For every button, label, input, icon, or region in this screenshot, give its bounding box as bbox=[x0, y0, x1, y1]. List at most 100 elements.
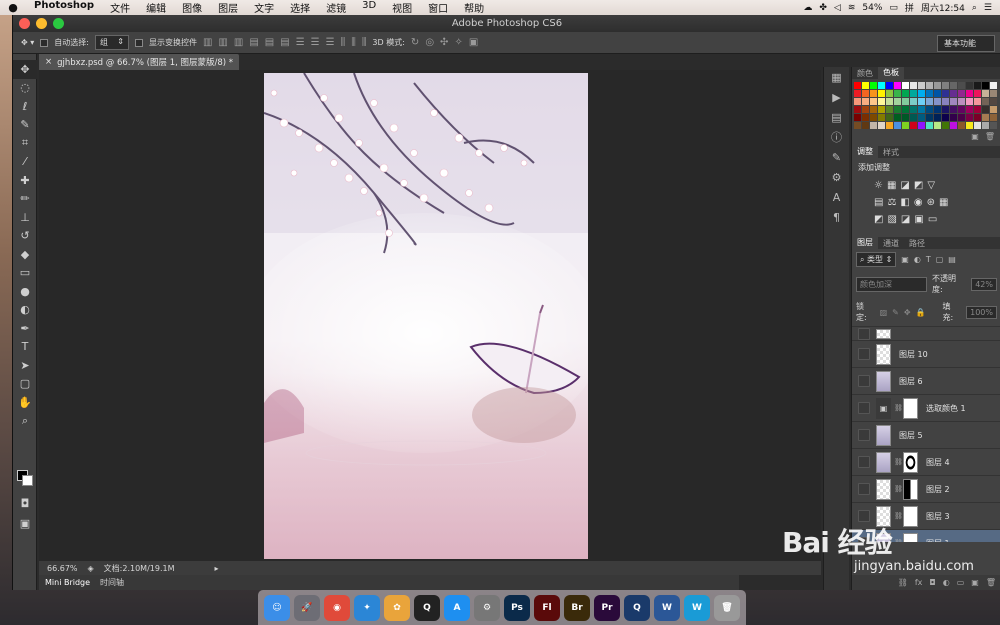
fill-field[interactable]: 100% bbox=[966, 305, 997, 319]
align-top-icon[interactable]: ▥ bbox=[203, 37, 212, 48]
color-swatch[interactable] bbox=[902, 106, 909, 113]
color-swatch[interactable] bbox=[942, 82, 949, 89]
appstore-dock-icon[interactable]: A bbox=[444, 594, 470, 621]
color-swatch[interactable] bbox=[982, 90, 989, 97]
color-swatch[interactable] bbox=[918, 90, 925, 97]
blur-tool-icon[interactable]: ● bbox=[13, 282, 37, 301]
input-method[interactable]: 拼 bbox=[905, 1, 914, 14]
gradient-map-icon[interactable]: ▭ bbox=[928, 214, 937, 225]
finder-dock-icon[interactable]: ☺ bbox=[264, 594, 290, 621]
color-swatch[interactable] bbox=[982, 122, 989, 129]
layer-mask-thumbnail[interactable] bbox=[903, 397, 918, 419]
color-swatch[interactable] bbox=[870, 106, 877, 113]
color-swatch[interactable] bbox=[974, 106, 981, 113]
color-swatch[interactable] bbox=[870, 122, 877, 129]
layer-style-icon[interactable]: fx bbox=[915, 578, 923, 587]
color-swatch[interactable] bbox=[950, 114, 957, 121]
color-swatch[interactable] bbox=[958, 114, 965, 121]
distribute-vcenter-icon[interactable]: ☰ bbox=[311, 37, 320, 48]
color-swatch[interactable] bbox=[862, 82, 869, 89]
3d-roll-icon[interactable]: ◎ bbox=[425, 37, 434, 48]
preferences-dock-icon[interactable]: ⚙ bbox=[474, 594, 500, 621]
trash-dock-icon[interactable]: 🗑 bbox=[714, 594, 740, 621]
color-swatch[interactable] bbox=[918, 82, 925, 89]
color-swatch[interactable] bbox=[910, 114, 917, 121]
type-tool-icon[interactable]: T bbox=[13, 338, 37, 357]
color-swatch[interactable] bbox=[966, 82, 973, 89]
quick-select-tool-icon[interactable]: ✎ bbox=[13, 116, 37, 135]
eraser-tool-icon[interactable]: ◆ bbox=[13, 245, 37, 264]
color-swatch[interactable] bbox=[870, 82, 877, 89]
document-tab[interactable]: × gjhbxz.psd @ 66.7% (图层 1, 图层蒙版/8) * bbox=[39, 54, 239, 70]
delete-swatch-icon[interactable]: 🗑 bbox=[985, 132, 995, 142]
color-swatch[interactable] bbox=[966, 122, 973, 129]
color-swatch[interactable] bbox=[966, 90, 973, 97]
color-swatch[interactable] bbox=[910, 106, 917, 113]
layer-row[interactable]: ▣ ⛓ 选取颜色 1 bbox=[852, 394, 1000, 421]
color-swatch[interactable] bbox=[926, 90, 933, 97]
color-swatch[interactable] bbox=[878, 82, 885, 89]
volume-icon[interactable]: ◁ bbox=[834, 3, 841, 13]
tab-adjustments[interactable]: 调整 bbox=[852, 146, 878, 158]
hand-tool-icon[interactable]: ✋ bbox=[13, 393, 37, 412]
tab-mini-bridge[interactable]: Mini Bridge bbox=[45, 578, 90, 587]
chrome-dock-icon[interactable]: ◉ bbox=[324, 594, 350, 621]
levels-icon[interactable]: ▦ bbox=[887, 180, 896, 191]
color-swatch[interactable] bbox=[886, 98, 893, 105]
layer-visibility-icon[interactable] bbox=[858, 327, 870, 340]
color-swatch[interactable] bbox=[862, 122, 869, 129]
photoshop-dock-icon[interactable]: Ps bbox=[504, 594, 530, 621]
tab-styles[interactable]: 样式 bbox=[878, 147, 904, 158]
mask-link-icon[interactable]: ⛓ bbox=[894, 404, 903, 412]
color-swatch[interactable] bbox=[950, 82, 957, 89]
color-swatch[interactable] bbox=[926, 82, 933, 89]
search-icon[interactable]: ⌕ bbox=[972, 3, 977, 13]
3d-scale-icon[interactable]: ▣ bbox=[469, 37, 478, 48]
color-swatch[interactable] bbox=[926, 114, 933, 121]
color-lookup-icon[interactable]: ▦ bbox=[939, 197, 948, 208]
menu-item[interactable]: 视图 bbox=[384, 0, 420, 15]
auto-select-checkbox[interactable] bbox=[40, 38, 49, 47]
lock-pixels-icon[interactable]: ▨ bbox=[880, 308, 888, 317]
mask-link-icon[interactable]: ⛓ bbox=[894, 512, 903, 520]
color-swatch[interactable] bbox=[990, 106, 997, 113]
layer-visibility-icon[interactable] bbox=[858, 429, 870, 441]
color-swatch[interactable] bbox=[918, 98, 925, 105]
color-swatch[interactable] bbox=[974, 82, 981, 89]
color-swatch[interactable] bbox=[926, 122, 933, 129]
color-swatch[interactable] bbox=[862, 98, 869, 105]
mask-link-icon[interactable]: ⛓ bbox=[894, 458, 903, 466]
color-swatch[interactable] bbox=[958, 122, 965, 129]
layer-visibility-icon[interactable] bbox=[858, 483, 870, 495]
color-swatch[interactable] bbox=[990, 82, 997, 89]
close-window-button[interactable] bbox=[19, 18, 30, 29]
distribute-right-icon[interactable]: ⫼ bbox=[362, 37, 367, 48]
minimize-window-button[interactable] bbox=[36, 18, 47, 29]
color-swatch[interactable] bbox=[982, 98, 989, 105]
color-swatch[interactable] bbox=[950, 90, 957, 97]
color-swatch[interactable] bbox=[894, 82, 901, 89]
layer-mask-thumbnail[interactable] bbox=[903, 532, 918, 542]
color-swatch[interactable] bbox=[966, 114, 973, 121]
tab-layers[interactable]: 图层 bbox=[852, 237, 878, 249]
pen-tool-icon[interactable]: ✒ bbox=[13, 319, 37, 338]
canvas-area[interactable] bbox=[39, 70, 821, 561]
color-swatch[interactable] bbox=[854, 106, 861, 113]
shape-tool-icon[interactable]: ▢ bbox=[13, 375, 37, 394]
color-swatch[interactable] bbox=[982, 82, 989, 89]
color-swatch[interactable] bbox=[870, 114, 877, 121]
layer-row[interactable]: ⛓ 图层 2 bbox=[852, 475, 1000, 502]
layer-mask-thumbnail[interactable] bbox=[903, 451, 918, 473]
color-swatch[interactable] bbox=[886, 114, 893, 121]
wunderlist-dock-icon[interactable]: W bbox=[684, 594, 710, 621]
character-panel-icon[interactable]: A bbox=[824, 187, 849, 207]
color-swatch[interactable] bbox=[862, 90, 869, 97]
tab-channels[interactable]: 通道 bbox=[878, 238, 904, 249]
background-color-swatch[interactable] bbox=[22, 475, 33, 486]
document-canvas[interactable] bbox=[264, 73, 588, 559]
actions-panel-icon[interactable]: ▶ bbox=[824, 87, 849, 107]
premiere-dock-icon[interactable]: Pr bbox=[594, 594, 620, 621]
black-white-icon[interactable]: ◧ bbox=[900, 197, 909, 208]
tab-paths[interactable]: 路径 bbox=[904, 238, 930, 249]
color-swatch[interactable] bbox=[894, 90, 901, 97]
